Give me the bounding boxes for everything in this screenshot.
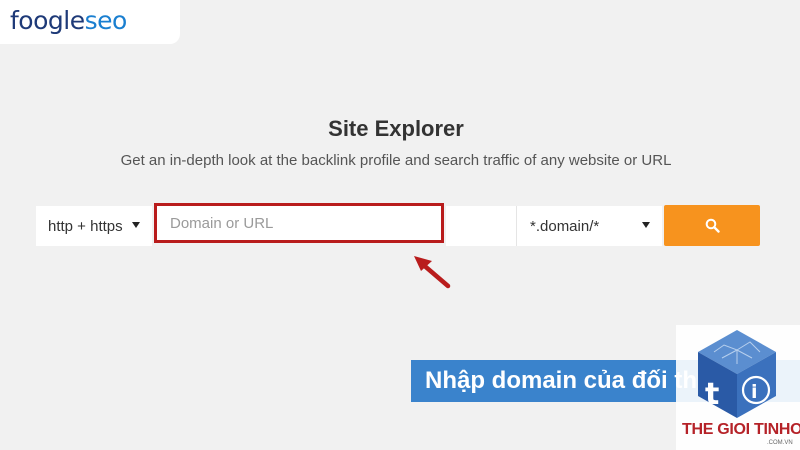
- cube-logo-icon: t i: [698, 330, 776, 418]
- caret-down-icon: [132, 222, 140, 228]
- svg-text:t: t: [705, 377, 719, 412]
- svg-text:i: i: [751, 381, 758, 403]
- protocol-select-value: http + https: [48, 217, 123, 235]
- logo[interactable]: foogleseo: [10, 6, 127, 35]
- scope-select-value: *.domain/*: [530, 217, 600, 235]
- logo-text-secondary: seo: [84, 6, 128, 35]
- watermark-domain: .COM.VN: [767, 440, 793, 446]
- search-button[interactable]: [664, 205, 760, 246]
- page-subtitle: Get an in-depth look at the backlink pro…: [120, 152, 672, 169]
- domain-url-input[interactable]: [154, 203, 444, 243]
- protocol-select[interactable]: http + https: [36, 206, 152, 246]
- search-icon: [705, 218, 720, 233]
- page-title: Site Explorer: [328, 116, 464, 141]
- watermark-brand: THE GIOI TINHOC: [682, 421, 800, 438]
- logo-text-primary: foogle: [10, 6, 85, 35]
- domain-url-input-extension[interactable]: [446, 206, 516, 246]
- scope-select[interactable]: *.domain/*: [517, 206, 662, 246]
- caret-down-icon: [642, 222, 650, 228]
- caption-text: Nhập domain của đối thủ: [425, 367, 712, 394]
- red-arrow-icon: [414, 256, 451, 289]
- logo-container: foogleseo: [0, 0, 180, 44]
